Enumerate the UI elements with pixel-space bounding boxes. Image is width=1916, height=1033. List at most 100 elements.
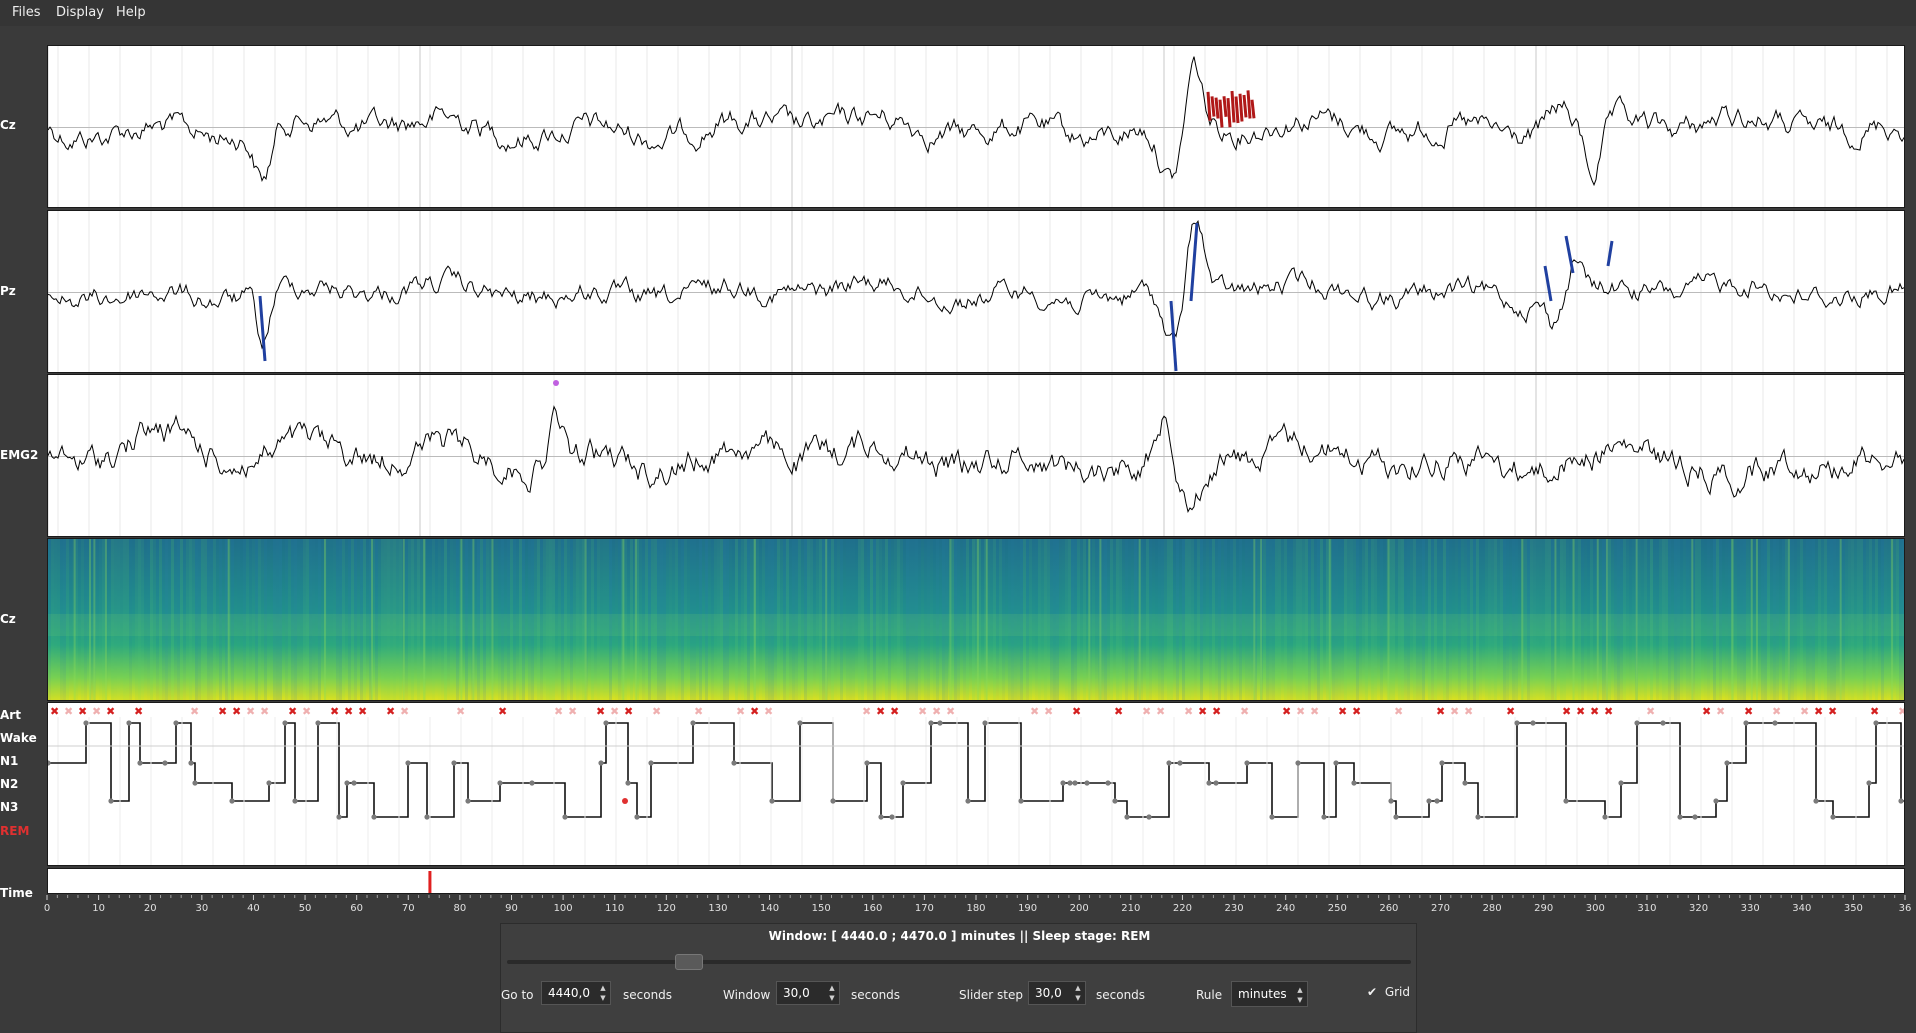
check-icon: ✔ <box>1367 985 1378 999</box>
svg-text:✖: ✖ <box>610 705 619 718</box>
svg-text:✖: ✖ <box>862 705 871 718</box>
svg-text:✖: ✖ <box>1814 705 1823 718</box>
time-tick-label: 30 <box>195 903 208 914</box>
window-slider-track[interactable] <box>507 960 1411 964</box>
spectrogram-image <box>48 539 1904 700</box>
eeg-trace-emg2 <box>48 375 1904 536</box>
time-tick-label: 100 <box>554 903 573 914</box>
svg-text:✖: ✖ <box>1296 705 1305 718</box>
svg-text:✖: ✖ <box>78 705 87 718</box>
svg-text:✖: ✖ <box>1576 705 1585 718</box>
slider-step-label: Slider step <box>959 988 1023 1002</box>
svg-text:✖: ✖ <box>1030 705 1039 718</box>
time-tick-label: 320 <box>1689 903 1708 914</box>
time-tick-label: 70 <box>402 903 415 914</box>
svg-text:✖: ✖ <box>302 705 311 718</box>
time-tick-label: 50 <box>299 903 312 914</box>
time-tick-label: 260 <box>1379 903 1398 914</box>
eeg-panel-pz[interactable] <box>47 210 1905 373</box>
time-tick-label: 280 <box>1483 903 1502 914</box>
menu-files[interactable]: Files <box>12 5 41 20</box>
svg-text:✖: ✖ <box>764 705 773 718</box>
svg-text:✖: ✖ <box>1310 705 1319 718</box>
rule-select[interactable]: minutes ▲ ▼ <box>1231 981 1308 1007</box>
time-tick-label: 290 <box>1534 903 1553 914</box>
window-spinbox[interactable]: 30,0 ▲ ▼ <box>776 981 840 1005</box>
time-tick-label: 310 <box>1637 903 1656 914</box>
window-slider-handle[interactable] <box>674 954 703 970</box>
svg-text:✖: ✖ <box>1898 705 1905 718</box>
time-tick-label: 250 <box>1328 903 1347 914</box>
svg-text:✖: ✖ <box>890 705 899 718</box>
svg-text:✖: ✖ <box>344 705 353 718</box>
menu-bar: Files Display Help <box>0 0 1916 26</box>
svg-text:✖: ✖ <box>246 705 255 718</box>
svg-text:✖: ✖ <box>1828 705 1837 718</box>
spin-arrows-icon[interactable]: ▲ ▼ <box>1072 983 1084 1003</box>
svg-text:✖: ✖ <box>1870 705 1879 718</box>
svg-text:✖: ✖ <box>92 705 101 718</box>
svg-text:✖: ✖ <box>400 705 409 718</box>
time-tick-label: 160 <box>863 903 882 914</box>
svg-text:✖: ✖ <box>1436 705 1445 718</box>
spectrogram-panel[interactable] <box>47 538 1905 701</box>
hypnogram-panel[interactable]: ✖ ✖ ✖ ✖ ✖ ✖ ✖ ✖ ✖ ✖ ✖ ✖ ✖ ✖ ✖ ✖ ✖ ✖ ✖ ✖ ✖ ✖ ✖ ✖ ✖ ✖ ✖ ✖ ✖ ✖ ✖ ✖ ✖ ✖ ✖ ✖ ✖ ✖ ✖ ✖… <box>47 702 1905 866</box>
svg-text:✖: ✖ <box>50 705 59 718</box>
grid-label: Grid <box>1384 985 1411 999</box>
svg-text:✖: ✖ <box>1184 705 1193 718</box>
goto-label: Go to <box>501 988 534 1002</box>
svg-text:✖: ✖ <box>288 705 297 718</box>
svg-text:✖: ✖ <box>190 705 199 718</box>
svg-text:✖: ✖ <box>386 705 395 718</box>
goto-unit: seconds <box>623 988 673 1002</box>
channel-label-emg2: EMG2 <box>0 448 39 462</box>
time-tick-label: 240 <box>1276 903 1295 914</box>
slider-step-unit: seconds <box>1096 988 1146 1002</box>
svg-text:✖: ✖ <box>1044 705 1053 718</box>
svg-text:✖: ✖ <box>1114 705 1123 718</box>
svg-text:✖: ✖ <box>694 705 703 718</box>
eeg-panel-cz[interactable] <box>47 45 1905 208</box>
svg-text:✖: ✖ <box>568 705 577 718</box>
hypno-label-wake: Wake <box>0 731 37 745</box>
grid-checkbox[interactable]: ✔ Grid <box>1367 985 1410 999</box>
svg-text:✖: ✖ <box>1744 705 1753 718</box>
eeg-trace-cz <box>48 46 1904 207</box>
hypno-label-rem: REM <box>0 824 30 838</box>
window-value: 30,0 <box>783 986 810 1000</box>
time-tick-label: 220 <box>1173 903 1192 914</box>
time-tick-label: 120 <box>657 903 676 914</box>
svg-text:✖: ✖ <box>1212 705 1221 718</box>
svg-text:✖: ✖ <box>596 705 605 718</box>
time-bar[interactable] <box>47 868 1905 894</box>
spin-arrows-icon[interactable]: ▲ ▼ <box>597 983 609 1003</box>
svg-text:✖: ✖ <box>750 705 759 718</box>
eeg-panel-emg2[interactable] <box>47 374 1905 537</box>
menu-display[interactable]: Display <box>56 5 104 20</box>
svg-text:✖: ✖ <box>554 705 563 718</box>
time-tick-label: 80 <box>454 903 467 914</box>
rule-value: minutes <box>1238 987 1287 1001</box>
select-arrows-icon: ▲ ▼ <box>1297 986 1303 1004</box>
hypno-label-art: Art <box>0 708 21 722</box>
goto-spinbox[interactable]: 4440,0 ▲ ▼ <box>541 981 611 1005</box>
svg-text:✖: ✖ <box>1646 705 1655 718</box>
time-cursor-track <box>428 871 432 893</box>
svg-text:✖: ✖ <box>1772 705 1781 718</box>
svg-text:✖: ✖ <box>624 705 633 718</box>
time-tick-label: 210 <box>1121 903 1140 914</box>
svg-text:✖: ✖ <box>918 705 927 718</box>
svg-text:✖: ✖ <box>876 705 885 718</box>
svg-text:✖: ✖ <box>1352 705 1361 718</box>
time-tick-label: 180 <box>966 903 985 914</box>
time-tick-label: 36 <box>1899 903 1912 914</box>
svg-text:✖: ✖ <box>218 705 227 718</box>
svg-text:✖: ✖ <box>1142 705 1151 718</box>
menu-help[interactable]: Help <box>116 5 146 20</box>
svg-text:✖: ✖ <box>1198 705 1207 718</box>
window-status: Window: [ 4440.0 ; 4470.0 ] minutes || S… <box>768 929 1151 943</box>
time-tick-label: 40 <box>247 903 260 914</box>
channel-label-cz: Cz <box>0 118 16 132</box>
spin-arrows-icon[interactable]: ▲ ▼ <box>826 983 838 1003</box>
slider-step-spinbox[interactable]: 30,0 ▲ ▼ <box>1028 981 1086 1005</box>
